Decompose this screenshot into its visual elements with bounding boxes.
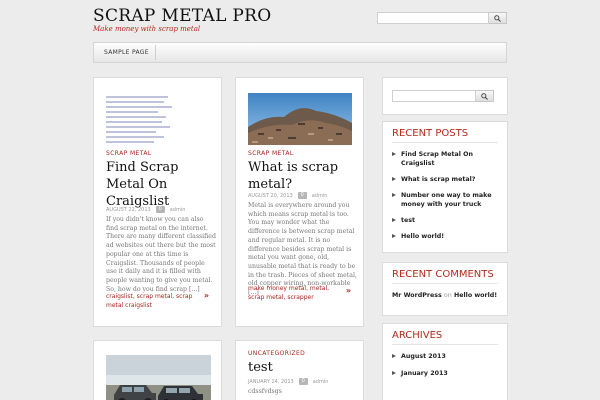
post-card xyxy=(93,340,222,400)
post-date: JANUARY 14, 2013 xyxy=(248,378,294,385)
comment-bubble-icon[interactable]: 0 xyxy=(297,192,307,199)
divider xyxy=(392,283,498,284)
post-title[interactable]: test xyxy=(248,359,358,376)
search-button[interactable] xyxy=(489,12,507,24)
recent-post-link[interactable]: Find Scrap Metal On Craigslist xyxy=(392,150,500,168)
post-meta: JANUARY 14, 2013 0 admin xyxy=(248,378,328,385)
post-excerpt: cdssfvdsgs xyxy=(248,388,282,395)
post-card: UNCATEGORIZED test JANUARY 14, 2013 0 ad… xyxy=(235,340,364,400)
post-thumbnail[interactable] xyxy=(106,93,206,145)
read-more-link[interactable]: » xyxy=(346,286,351,295)
archive-link[interactable]: January 2013 xyxy=(392,369,500,378)
divider xyxy=(392,142,498,143)
sidebar-search xyxy=(392,90,494,102)
post-category[interactable]: SCRAP METAL xyxy=(106,150,152,157)
recent-posts-widget: RECENT POSTS Find Scrap Metal On Craigsl… xyxy=(382,121,508,253)
post-tags[interactable]: craigslist, scrap metal, scrap metal cra… xyxy=(106,292,196,310)
post-author[interactable]: admin xyxy=(170,207,186,213)
post-card: SCRAP METAL Find Scrap Metal On Craigsli… xyxy=(93,77,222,327)
site-title[interactable]: SCRAP METAL PRO xyxy=(93,6,271,26)
post-category[interactable]: UNCATEGORIZED xyxy=(248,350,305,357)
divider xyxy=(392,344,498,345)
nav-item-sample-page[interactable]: SAMPLE PAGE xyxy=(98,45,156,60)
recent-comments-widget: RECENT COMMENTS Mr WordPress on Hello wo… xyxy=(382,262,508,316)
recent-post-link[interactable]: test xyxy=(392,216,500,225)
post-card: SCRAP METAL What is scrap metal? AUGUST … xyxy=(235,77,364,327)
post-author[interactable]: admin xyxy=(312,193,328,199)
post-thumbnail[interactable] xyxy=(248,93,352,145)
recent-post-link[interactable]: Number one way to make money with your t… xyxy=(392,191,500,209)
comment-post-link[interactable]: Hello world! xyxy=(454,292,497,299)
search-input[interactable] xyxy=(377,12,489,24)
widget-title: RECENT POSTS xyxy=(392,128,469,139)
search-input[interactable] xyxy=(392,90,476,102)
post-date: AUGUST 22, 2013 xyxy=(106,206,151,213)
widget-title: ARCHIVES xyxy=(392,330,443,341)
post-meta: AUGUST 20, 2013 0 admin xyxy=(248,192,327,199)
widget-title: RECENT COMMENTS xyxy=(392,269,494,280)
site-tagline: Make money with scrap metal xyxy=(93,25,201,33)
post-category[interactable]: SCRAP METAL xyxy=(248,150,294,157)
recent-comment: Mr WordPress on Hello world! xyxy=(392,292,497,299)
archive-link[interactable]: August 2013 xyxy=(392,352,500,361)
archives-list: August 2013 January 2013 xyxy=(392,352,500,386)
search-button[interactable] xyxy=(476,90,494,102)
header-search xyxy=(377,12,507,24)
post-thumbnail[interactable] xyxy=(106,355,211,400)
post-title[interactable]: What is scrap metal? xyxy=(248,159,358,193)
recent-posts-list: Find Scrap Metal On Craigslist What is s… xyxy=(392,150,500,248)
recent-post-link[interactable]: Hello world! xyxy=(392,232,500,241)
comment-on-text: on xyxy=(443,292,452,299)
post-title[interactable]: Find Scrap Metal On Craigslist xyxy=(106,159,216,210)
recent-post-link[interactable]: What is scrap metal? xyxy=(392,175,500,184)
search-icon xyxy=(481,92,488,100)
post-author[interactable]: admin xyxy=(313,379,329,385)
post-date: AUGUST 20, 2013 xyxy=(248,192,293,199)
main-navigation: SAMPLE PAGE xyxy=(93,42,507,63)
post-tags[interactable]: make money metal, metal, scrap metal, sc… xyxy=(248,284,338,302)
comment-bubble-icon[interactable]: 0 xyxy=(298,378,308,385)
post-excerpt: If you didn't know you can also find scr… xyxy=(106,216,216,293)
read-more-link[interactable]: » xyxy=(204,291,209,300)
archives-widget: ARCHIVES August 2013 January 2013 xyxy=(382,323,508,400)
post-meta: AUGUST 22, 2013 0 admin xyxy=(106,206,185,213)
search-icon xyxy=(494,14,501,22)
comment-author-link[interactable]: Mr WordPress xyxy=(392,292,442,299)
comment-bubble-icon[interactable]: 0 xyxy=(155,206,165,213)
